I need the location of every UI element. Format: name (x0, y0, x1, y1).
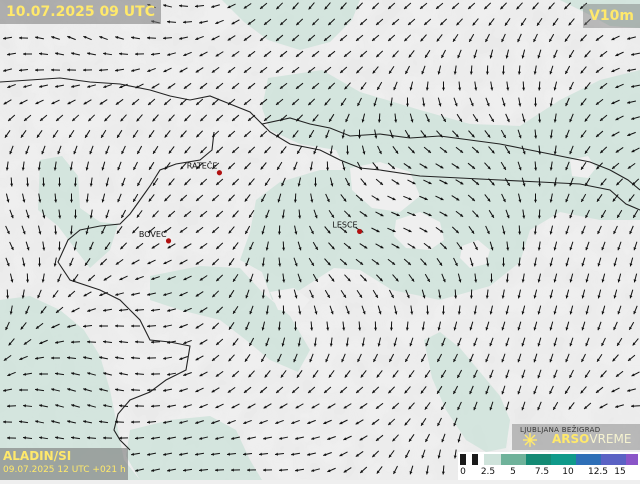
wind-map: RATEČE BOVEC LESCE (0, 0, 640, 480)
brand-logo: ARSOVREME (552, 432, 631, 446)
legend-label: 10 (562, 467, 573, 477)
legend-label: 5 (510, 467, 516, 477)
valid-time-label: 10.07.2025 09 UTC (0, 0, 161, 24)
place-label: BOVEC (139, 230, 167, 239)
legend-label: 15 (614, 467, 625, 477)
legend-swatch (551, 454, 576, 465)
place-dot (357, 229, 362, 234)
legend-swatch (626, 454, 638, 465)
legend-swatch (601, 454, 626, 465)
legend-labels: 0 2.5 5 7.5 10 12.5 15 (458, 467, 640, 479)
legend-swatch (576, 454, 601, 465)
place-dot (217, 170, 222, 175)
speed-legend: 0 2.5 5 7.5 10 12.5 15 (458, 452, 640, 480)
arso-logo-icon (522, 432, 538, 448)
legend-swatch (501, 454, 526, 465)
legend-label: 0 (460, 467, 466, 477)
legend-label: 2.5 (481, 467, 495, 477)
legend-swatch (526, 454, 551, 465)
legend-label: 12.5 (588, 467, 608, 477)
legend-label: 7.5 (535, 467, 549, 477)
map-canvas: RATEČE BOVEC LESCE (0, 0, 640, 480)
place-label: RATEČE (187, 160, 218, 171)
arso-brand: LJUBLJANA BEŽIGRAD ARSOVREME (512, 424, 640, 450)
legend-color-bar (460, 454, 638, 465)
place-label: LESCE (332, 220, 357, 229)
model-info: ALADIN/SI 09.07.2025 12 UTC +021 h (0, 448, 128, 480)
brand-logo-bold: ARSO (552, 432, 589, 446)
variable-label: V10m (583, 4, 640, 28)
model-name: ALADIN/SI (3, 449, 71, 463)
brand-logo-light: VREME (589, 432, 631, 446)
place-dot (166, 238, 171, 243)
model-run-time: 09.07.2025 12 UTC +021 h (3, 465, 126, 475)
legend-swatch (484, 454, 501, 465)
